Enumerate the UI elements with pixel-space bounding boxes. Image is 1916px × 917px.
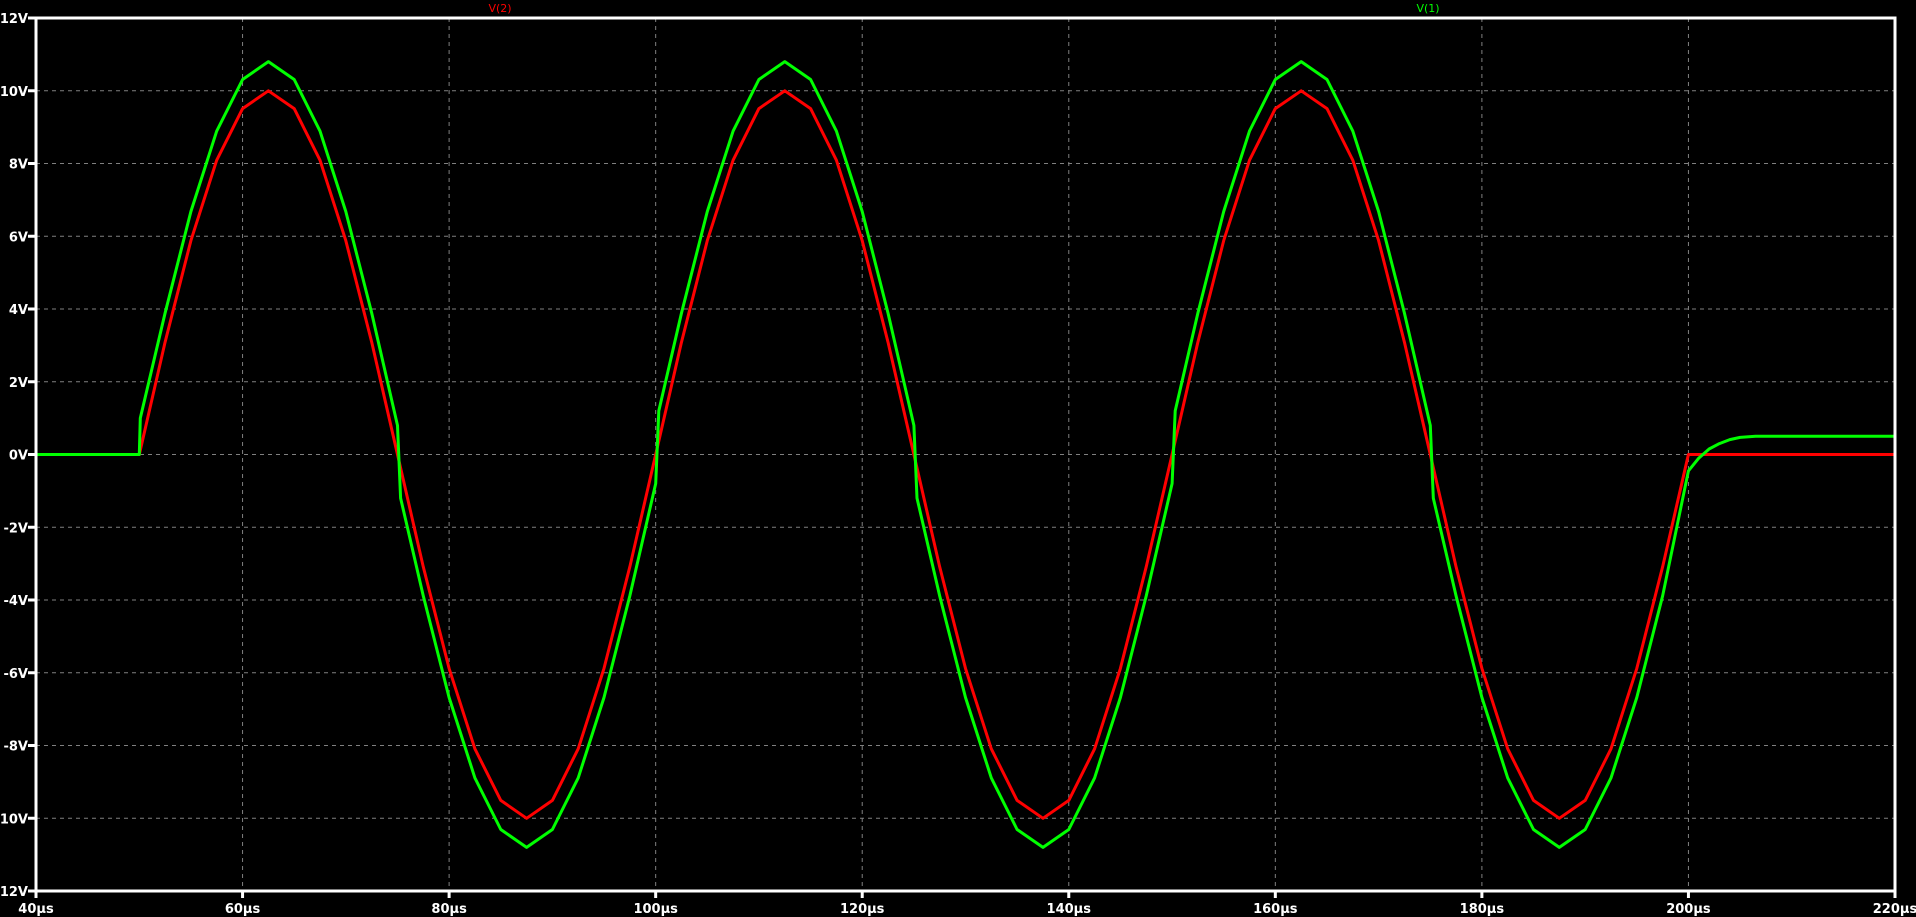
y-tick-label: -2V — [3, 521, 28, 536]
y-tick-label: 0V — [9, 449, 28, 464]
x-tick-label: 120µs — [840, 902, 885, 917]
x-tick-label: 220µs — [1873, 902, 1916, 917]
chart-background — [0, 0, 1916, 917]
y-tick-label: -10V — [0, 812, 28, 827]
x-tick-label: 140µs — [1047, 902, 1092, 917]
y-tick-label: 6V — [9, 230, 28, 245]
y-tick-label: 12V — [0, 12, 28, 27]
x-tick-label: 160µs — [1253, 902, 1298, 917]
y-tick-label: -6V — [3, 667, 28, 682]
x-tick-label: 100µs — [633, 902, 678, 917]
legend-v1[interactable]: V(1) — [1416, 2, 1439, 15]
x-tick-label: 60µs — [225, 902, 261, 917]
y-tick-label: -8V — [3, 740, 28, 755]
y-tick-label: 2V — [9, 376, 28, 391]
legend-v2[interactable]: V(2) — [488, 2, 511, 15]
waveform-chart: 40µs 60µs 80µs 100µs 120µs 140µs 160µs 180µs 200… — [0, 0, 1916, 917]
y-tick-label: 10V — [0, 85, 28, 100]
y-tick-label: -12V — [0, 885, 28, 900]
y-tick-label: -4V — [3, 594, 28, 609]
x-tick-label: 180µs — [1460, 902, 1505, 917]
x-tick-label: 40µs — [18, 902, 54, 917]
y-tick-label: 8V — [9, 158, 28, 173]
x-tick-label: 80µs — [431, 902, 467, 917]
x-tick-label: 200µs — [1666, 902, 1711, 917]
y-tick-label: 4V — [9, 303, 28, 318]
